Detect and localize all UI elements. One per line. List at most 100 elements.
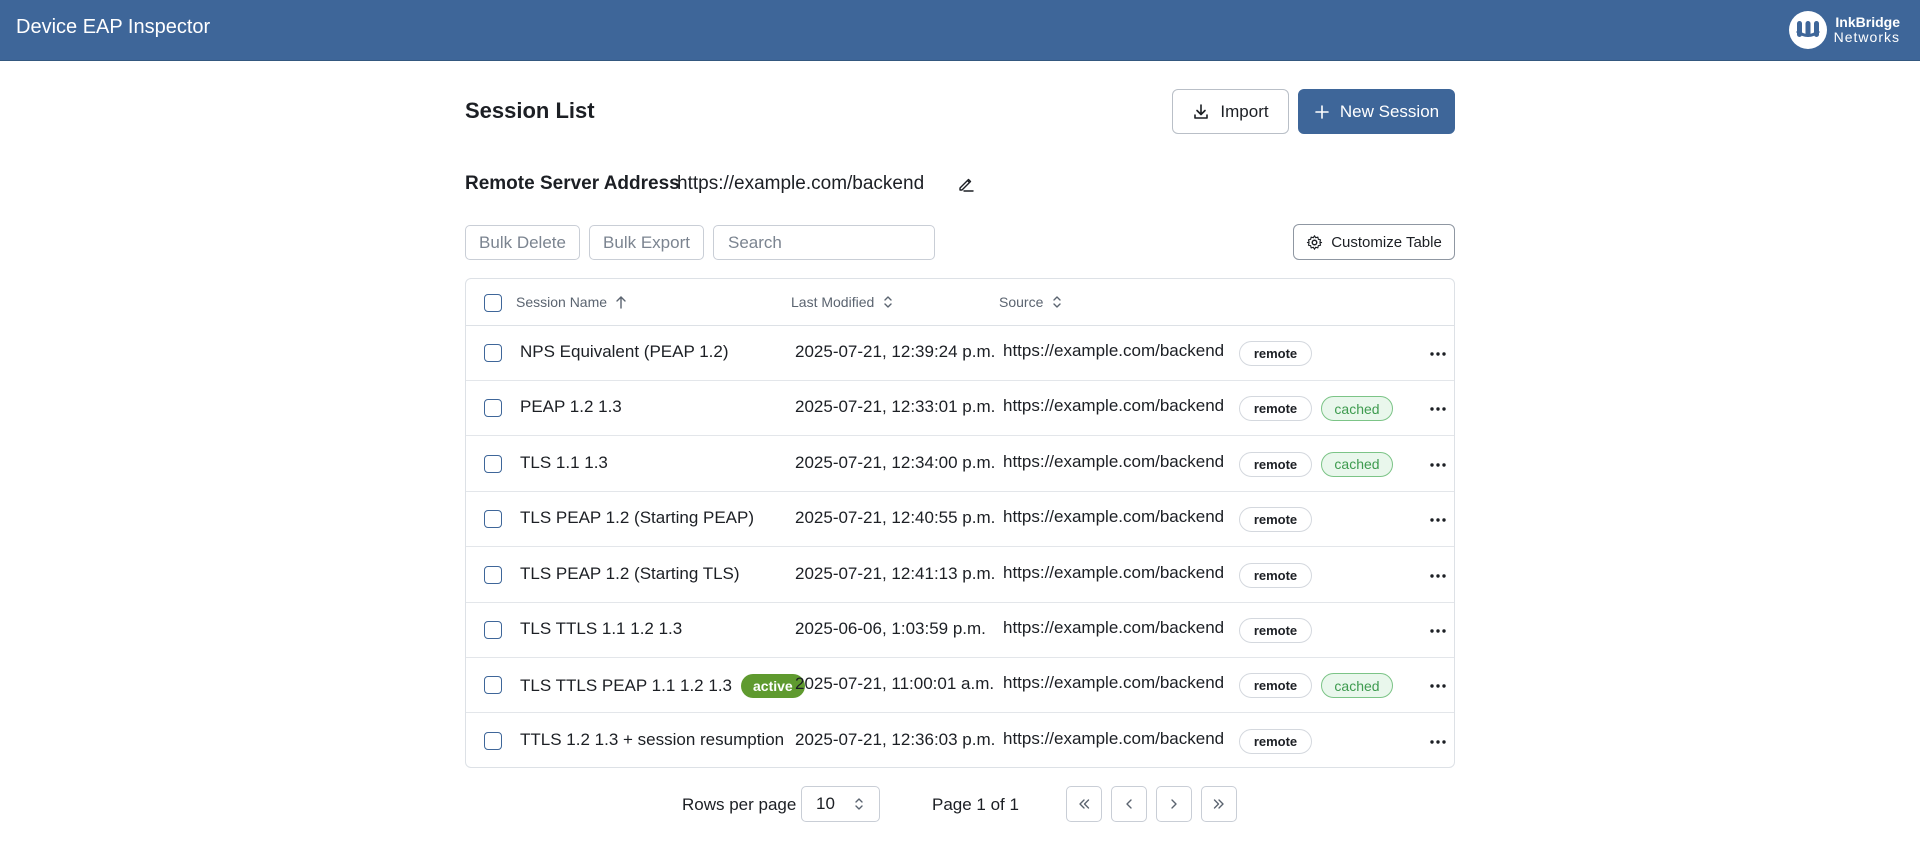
table-header: Session Name Last Modified Source xyxy=(466,279,1454,326)
session-name-cell: TLS 1.1 1.3 xyxy=(520,453,608,473)
previous-page-button[interactable] xyxy=(1111,786,1147,822)
pencil-edit-icon xyxy=(959,178,974,192)
row-actions-button[interactable] xyxy=(1426,674,1450,698)
remote-badge: remote xyxy=(1239,341,1312,366)
table-row[interactable]: NPS Equivalent (PEAP 1.2) 2025-07-21, 12:… xyxy=(466,326,1454,381)
rows-per-page-label: Rows per page xyxy=(682,795,797,814)
edit-server-button[interactable] xyxy=(955,173,977,195)
double-chevron-right-icon xyxy=(1213,799,1224,809)
session-name-cell: TTLS 1.2 1.3 + session resumption xyxy=(520,730,784,750)
top-bar: Device EAP Inspector InkBridge Networks xyxy=(0,0,1920,61)
row-actions-button[interactable] xyxy=(1426,342,1450,366)
session-name-cell: TLS TTLS PEAP 1.1 1.2 1.3 active xyxy=(520,674,805,699)
remote-server-value: https://example.com/backend xyxy=(677,173,925,194)
select-all-checkbox[interactable] xyxy=(484,294,502,312)
session-name: TLS TTLS 1.1 1.2 1.3 xyxy=(520,619,683,638)
bulk-delete-button[interactable]: Bulk Delete xyxy=(465,225,580,260)
table-row[interactable]: TLS PEAP 1.2 (Starting PEAP) 2025-07-21, … xyxy=(466,492,1454,548)
row-checkbox[interactable] xyxy=(484,510,502,529)
row-actions-button[interactable] xyxy=(1426,730,1450,754)
double-chevron-left-icon xyxy=(1079,799,1090,809)
more-horizontal-icon xyxy=(1430,573,1446,578)
column-header-last-modified[interactable]: Last Modified xyxy=(791,294,894,310)
plus-icon xyxy=(1315,104,1329,119)
remote-badge: remote xyxy=(1239,507,1312,533)
session-name: TTLS 1.2 1.3 + session resumption xyxy=(520,729,785,749)
sort-ascending-icon xyxy=(616,296,626,309)
page-info: Page 1 of 1 xyxy=(932,795,1019,814)
row-actions-button[interactable] xyxy=(1426,508,1450,532)
row-actions-button[interactable] xyxy=(1426,397,1450,421)
source-cell: https://example.com/backend xyxy=(1003,451,1225,471)
last-modified-cell: 2025-06-06, 1:03:59 p.m. xyxy=(795,619,986,638)
row-actions-button[interactable] xyxy=(1426,564,1450,588)
source-cell: https://example.com/backend xyxy=(1003,673,1225,693)
table-row[interactable]: TLS TTLS PEAP 1.1 1.2 1.3 active 2025-07-2… xyxy=(466,658,1454,714)
remote-badge: remote xyxy=(1239,396,1312,422)
customize-table-label: Customize Table xyxy=(1331,233,1442,251)
source-cell: https://example.com/backend xyxy=(1003,618,1225,637)
import-button[interactable]: Import xyxy=(1172,89,1289,134)
last-modified-cell: 2025-07-21, 12:40:55 p.m. xyxy=(795,508,996,528)
column-header-session-name[interactable]: Session Name xyxy=(516,294,627,310)
row-actions-button[interactable] xyxy=(1426,619,1450,643)
customize-table-button[interactable]: Customize Table xyxy=(1293,224,1455,260)
table-row[interactable]: PEAP 1.2 1.3 2025-07-21, 12:33:01 p.m. htt… xyxy=(466,381,1454,437)
row-actions-button[interactable] xyxy=(1426,453,1450,477)
download-icon xyxy=(1194,103,1209,119)
rows-per-page-value: 10 xyxy=(816,794,835,813)
column-header-source[interactable]: Source xyxy=(999,294,1063,310)
first-page-button[interactable] xyxy=(1066,786,1102,822)
row-checkbox[interactable] xyxy=(484,399,502,418)
brand-line-1: InkBridge xyxy=(1835,14,1900,30)
more-horizontal-icon xyxy=(1430,740,1446,744)
table-row[interactable]: TTLS 1.2 1.3 + session resumption 2025-07… xyxy=(466,714,1454,767)
brand-logo: InkBridge Networks xyxy=(1788,9,1900,51)
source-cell: https://example.com/backend xyxy=(1003,341,1225,360)
column-label: Session Name xyxy=(516,294,608,310)
bulk-export-button[interactable]: Bulk Export xyxy=(589,225,704,260)
row-checkbox[interactable] xyxy=(484,731,502,750)
import-button-label: Import xyxy=(1220,101,1269,121)
more-horizontal-icon xyxy=(1430,518,1446,522)
remote-badge: remote xyxy=(1239,562,1312,588)
sort-toggle-icon xyxy=(884,296,892,308)
chevron-left-icon xyxy=(1126,799,1132,809)
chevron-right-icon xyxy=(1171,799,1177,809)
remote-badge: remote xyxy=(1239,673,1312,699)
next-page-button[interactable] xyxy=(1156,786,1192,822)
remote-badge: remote xyxy=(1239,618,1312,643)
last-modified-cell: 2025-07-21, 12:33:01 p.m. xyxy=(795,397,996,417)
last-page-button[interactable] xyxy=(1201,786,1237,822)
row-checkbox[interactable] xyxy=(484,565,502,584)
last-modified-cell: 2025-07-21, 11:00:01 a.m. xyxy=(795,674,995,694)
remote-server-label: Remote Server Address xyxy=(465,173,680,194)
chevron-up-down-icon xyxy=(855,798,863,810)
search-input[interactable] xyxy=(713,225,935,260)
more-horizontal-icon xyxy=(1430,629,1446,633)
session-name: NPS Equivalent (PEAP 1.2) xyxy=(520,342,729,361)
session-name-cell: PEAP 1.2 1.3 xyxy=(520,397,622,417)
table-row[interactable]: TLS TTLS 1.1 1.2 1.3 2025-06-06, 1:03:59 … xyxy=(466,603,1454,658)
row-checkbox[interactable] xyxy=(484,676,502,695)
session-name: TLS PEAP 1.2 (Starting PEAP) xyxy=(520,508,755,528)
row-checkbox[interactable] xyxy=(484,344,502,362)
more-horizontal-icon xyxy=(1430,463,1446,467)
table-row[interactable]: TLS 1.1 1.3 2025-07-21, 12:34:00 p.m. http… xyxy=(466,437,1454,492)
session-name: TLS TTLS PEAP 1.1 1.2 1.3 xyxy=(520,676,732,696)
source-cell: https://example.com/backend xyxy=(1003,562,1225,582)
session-name-cell: NPS Equivalent (PEAP 1.2) xyxy=(520,342,729,362)
more-horizontal-icon xyxy=(1430,407,1446,412)
table-row[interactable]: TLS PEAP 1.2 (Starting TLS) 2025-07-21, 1… xyxy=(466,548,1454,603)
last-modified-cell: 2025-07-21, 12:34:00 p.m. xyxy=(795,452,996,472)
session-name-cell: TLS PEAP 1.2 (Starting PEAP) xyxy=(520,508,754,528)
source-cell: https://example.com/backend xyxy=(1003,507,1225,527)
inkbridge-logo-icon xyxy=(1788,11,1827,49)
more-horizontal-icon xyxy=(1430,684,1446,689)
rows-per-page-select[interactable]: 10 xyxy=(801,786,880,822)
row-checkbox[interactable] xyxy=(484,454,502,473)
new-session-button[interactable]: New Session xyxy=(1298,89,1455,134)
more-horizontal-icon xyxy=(1430,352,1446,356)
row-checkbox[interactable] xyxy=(484,621,502,639)
last-modified-cell: 2025-07-21, 12:41:13 p.m. xyxy=(795,563,996,583)
